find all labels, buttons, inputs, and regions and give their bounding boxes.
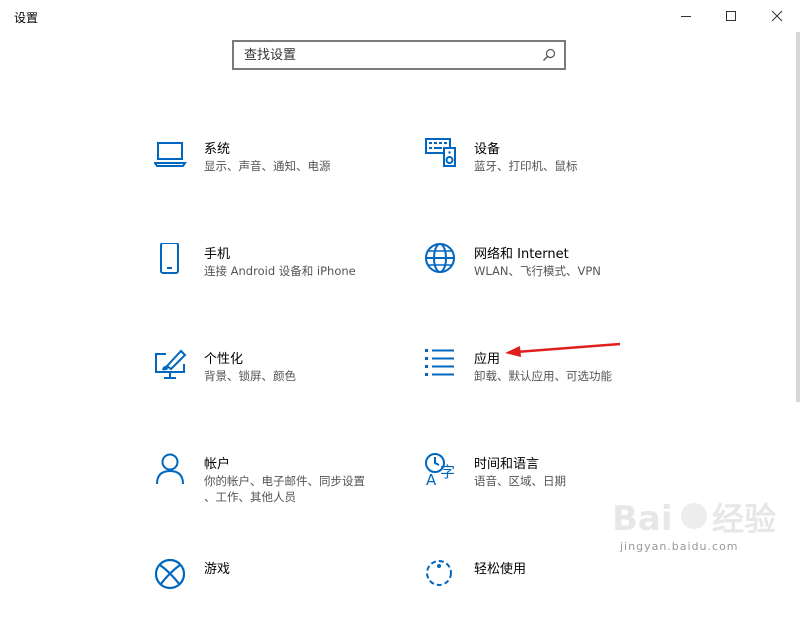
tile-title: 轻松使用 (474, 562, 527, 577)
window-title: 设置 (14, 11, 39, 25)
tile-description: 蓝牙、打印机、鼠标 (474, 159, 578, 173)
laptop-icon (154, 142, 187, 167)
watermark-url: jingyan.baidu.com (620, 540, 739, 553)
maximize-button[interactable] (708, 0, 754, 32)
scrollbar[interactable] (796, 32, 800, 402)
svg-text:字: 字 (440, 463, 455, 481)
tile-gaming[interactable]: 游戏 (154, 558, 414, 618)
search-icon[interactable] (542, 48, 556, 62)
search-input[interactable] (244, 46, 524, 64)
tile-apps[interactable]: 应用 卸载、默认应用、可选功能 (424, 348, 684, 408)
app-list-icon (425, 349, 454, 376)
tile-title: 时间和语言 (474, 457, 540, 472)
tile-description: 显示、声音、通知、电源 (204, 159, 331, 173)
tile-description: 背景、锁屏、颜色 (204, 369, 296, 383)
tile-personalization[interactable]: 个性化 背景、锁屏、颜色 (154, 348, 414, 408)
minimize-button[interactable] (663, 0, 709, 32)
tile-description: WLAN、飞行模式、VPN (474, 264, 601, 278)
tile-title: 系统 (204, 142, 231, 157)
phone-icon (160, 243, 179, 274)
paintbrush-screen-icon (155, 349, 187, 379)
tile-system[interactable]: 系统 显示、声音、通知、电源 (154, 138, 414, 198)
keyboard-printer-icon (425, 138, 456, 167)
svg-text:经验: 经验 (712, 500, 776, 538)
tile-description: 语音、区域、日期 (474, 474, 566, 488)
tile-description: 卸载、默认应用、可选功能 (474, 369, 612, 383)
tile-phone[interactable]: 手机 连接 Android 设备和 iPhone (154, 243, 414, 303)
search-box[interactable] (232, 40, 566, 70)
tile-accounts[interactable]: 帐户 你的帐户、电子邮件、同步设置 、工作、其他人员 (154, 453, 414, 513)
tile-title: 手机 (204, 247, 231, 262)
title-bar: 设置 (0, 0, 800, 32)
maximize-icon (726, 11, 736, 21)
tile-title: 游戏 (204, 562, 231, 577)
tile-description: 连接 Android 设备和 iPhone (204, 264, 356, 278)
minimize-icon (681, 16, 691, 17)
close-button[interactable] (754, 0, 800, 32)
globe-icon (425, 243, 455, 273)
xbox-icon (154, 558, 186, 590)
tile-title: 个性化 (204, 352, 244, 367)
ease-of-access-icon (426, 560, 452, 586)
person-icon (156, 453, 184, 485)
tile-network[interactable]: 网络和 Internet WLAN、飞行模式、VPN (424, 243, 684, 303)
close-icon (771, 10, 783, 22)
tile-devices[interactable]: 设备 蓝牙、打印机、鼠标 (424, 138, 684, 198)
tile-title: 网络和 Internet (474, 247, 569, 262)
time-language-icon: A 字 (425, 453, 455, 489)
tile-ease-of-access[interactable]: 轻松使用 (424, 558, 684, 618)
tile-description: 你的帐户、电子邮件、同步设置 、工作、其他人员 (204, 474, 365, 504)
baidu-watermark-logo: Bai 经验 (612, 499, 776, 539)
svg-text:A: A (426, 471, 437, 489)
svg-text:Bai: Bai (612, 499, 673, 539)
tile-title: 帐户 (204, 457, 231, 472)
tile-title: 设备 (474, 142, 501, 157)
tile-title: 应用 (474, 352, 501, 367)
